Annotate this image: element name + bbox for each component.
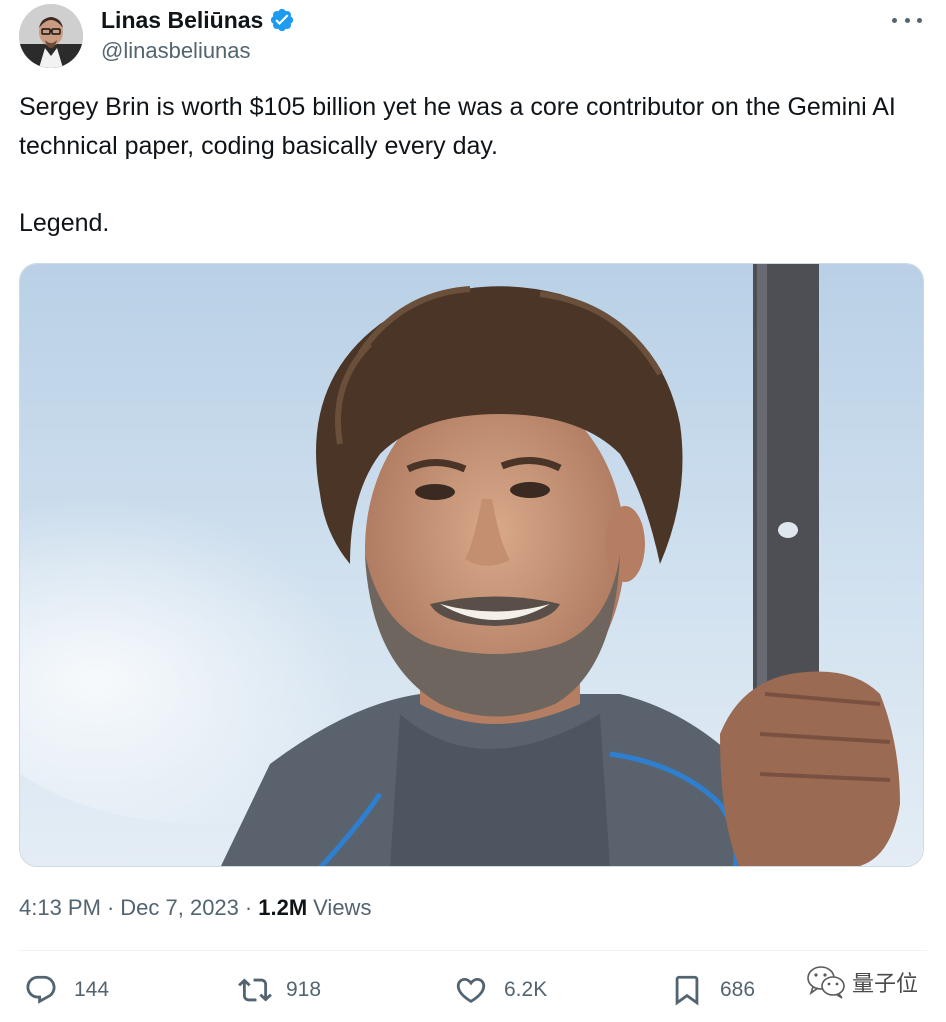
bookmark-button[interactable]: 686 (670, 973, 755, 1007)
repost-count: 918 (286, 978, 322, 1001)
tweet-paragraph: Sergey Brin is worth $105 billion yet he… (19, 93, 896, 160)
bookmark-icon (675, 975, 699, 1006)
meta-separator: · (106, 895, 115, 920)
verified-badge-icon[interactable] (269, 7, 295, 33)
more-dot-icon (904, 17, 910, 23)
bookmark-count: 686 (720, 978, 756, 1001)
watermark: 量子位 (806, 964, 918, 1000)
watermark-text: 量子位 (851, 971, 918, 996)
more-dot-icon (917, 17, 922, 23)
views-label: Views (313, 895, 372, 920)
tweet-date[interactable]: Dec 7, 2023 (120, 895, 239, 921)
repost-icon (238, 978, 272, 1002)
reply-count: 144 (74, 978, 110, 1001)
reply-button[interactable]: 144 (24, 973, 109, 1007)
tweet-paragraph: Legend. (19, 209, 110, 237)
tweet-photo[interactable] (19, 263, 924, 867)
meta-separator: · (244, 895, 253, 920)
avatar-portrait-image (19, 4, 83, 68)
like-button[interactable]: 6.2K (454, 973, 547, 1007)
tweet-meta: 4:13 PM · Dec 7, 2023 · 1.2M Views (19, 895, 371, 921)
author-avatar[interactable] (19, 4, 83, 68)
author-name[interactable]: Linas Beliūnas (101, 7, 263, 34)
repost-button[interactable]: 918 (238, 973, 321, 1007)
wechat-icon (807, 966, 845, 999)
action-bar: 144 918 6.2K 686 (0, 965, 946, 1019)
reply-icon (26, 975, 56, 1004)
divider (19, 950, 927, 951)
more-dot-icon (892, 17, 897, 23)
author-name-row: Linas Beliūnas (101, 5, 295, 35)
author-handle[interactable]: @linasbeliunas (101, 38, 295, 64)
like-count: 6.2K (504, 978, 548, 1001)
tweet-text: Sergey Brin is worth $105 billion yet he… (19, 88, 919, 243)
author-block: Linas Beliūnas @linasbeliunas (101, 5, 295, 64)
views-count: 1.2M (258, 895, 308, 920)
more-options-button[interactable] (892, 8, 922, 32)
like-icon (456, 977, 486, 1003)
portrait-photo-image (20, 264, 923, 866)
tweet-time[interactable]: 4:13 PM (19, 895, 101, 921)
